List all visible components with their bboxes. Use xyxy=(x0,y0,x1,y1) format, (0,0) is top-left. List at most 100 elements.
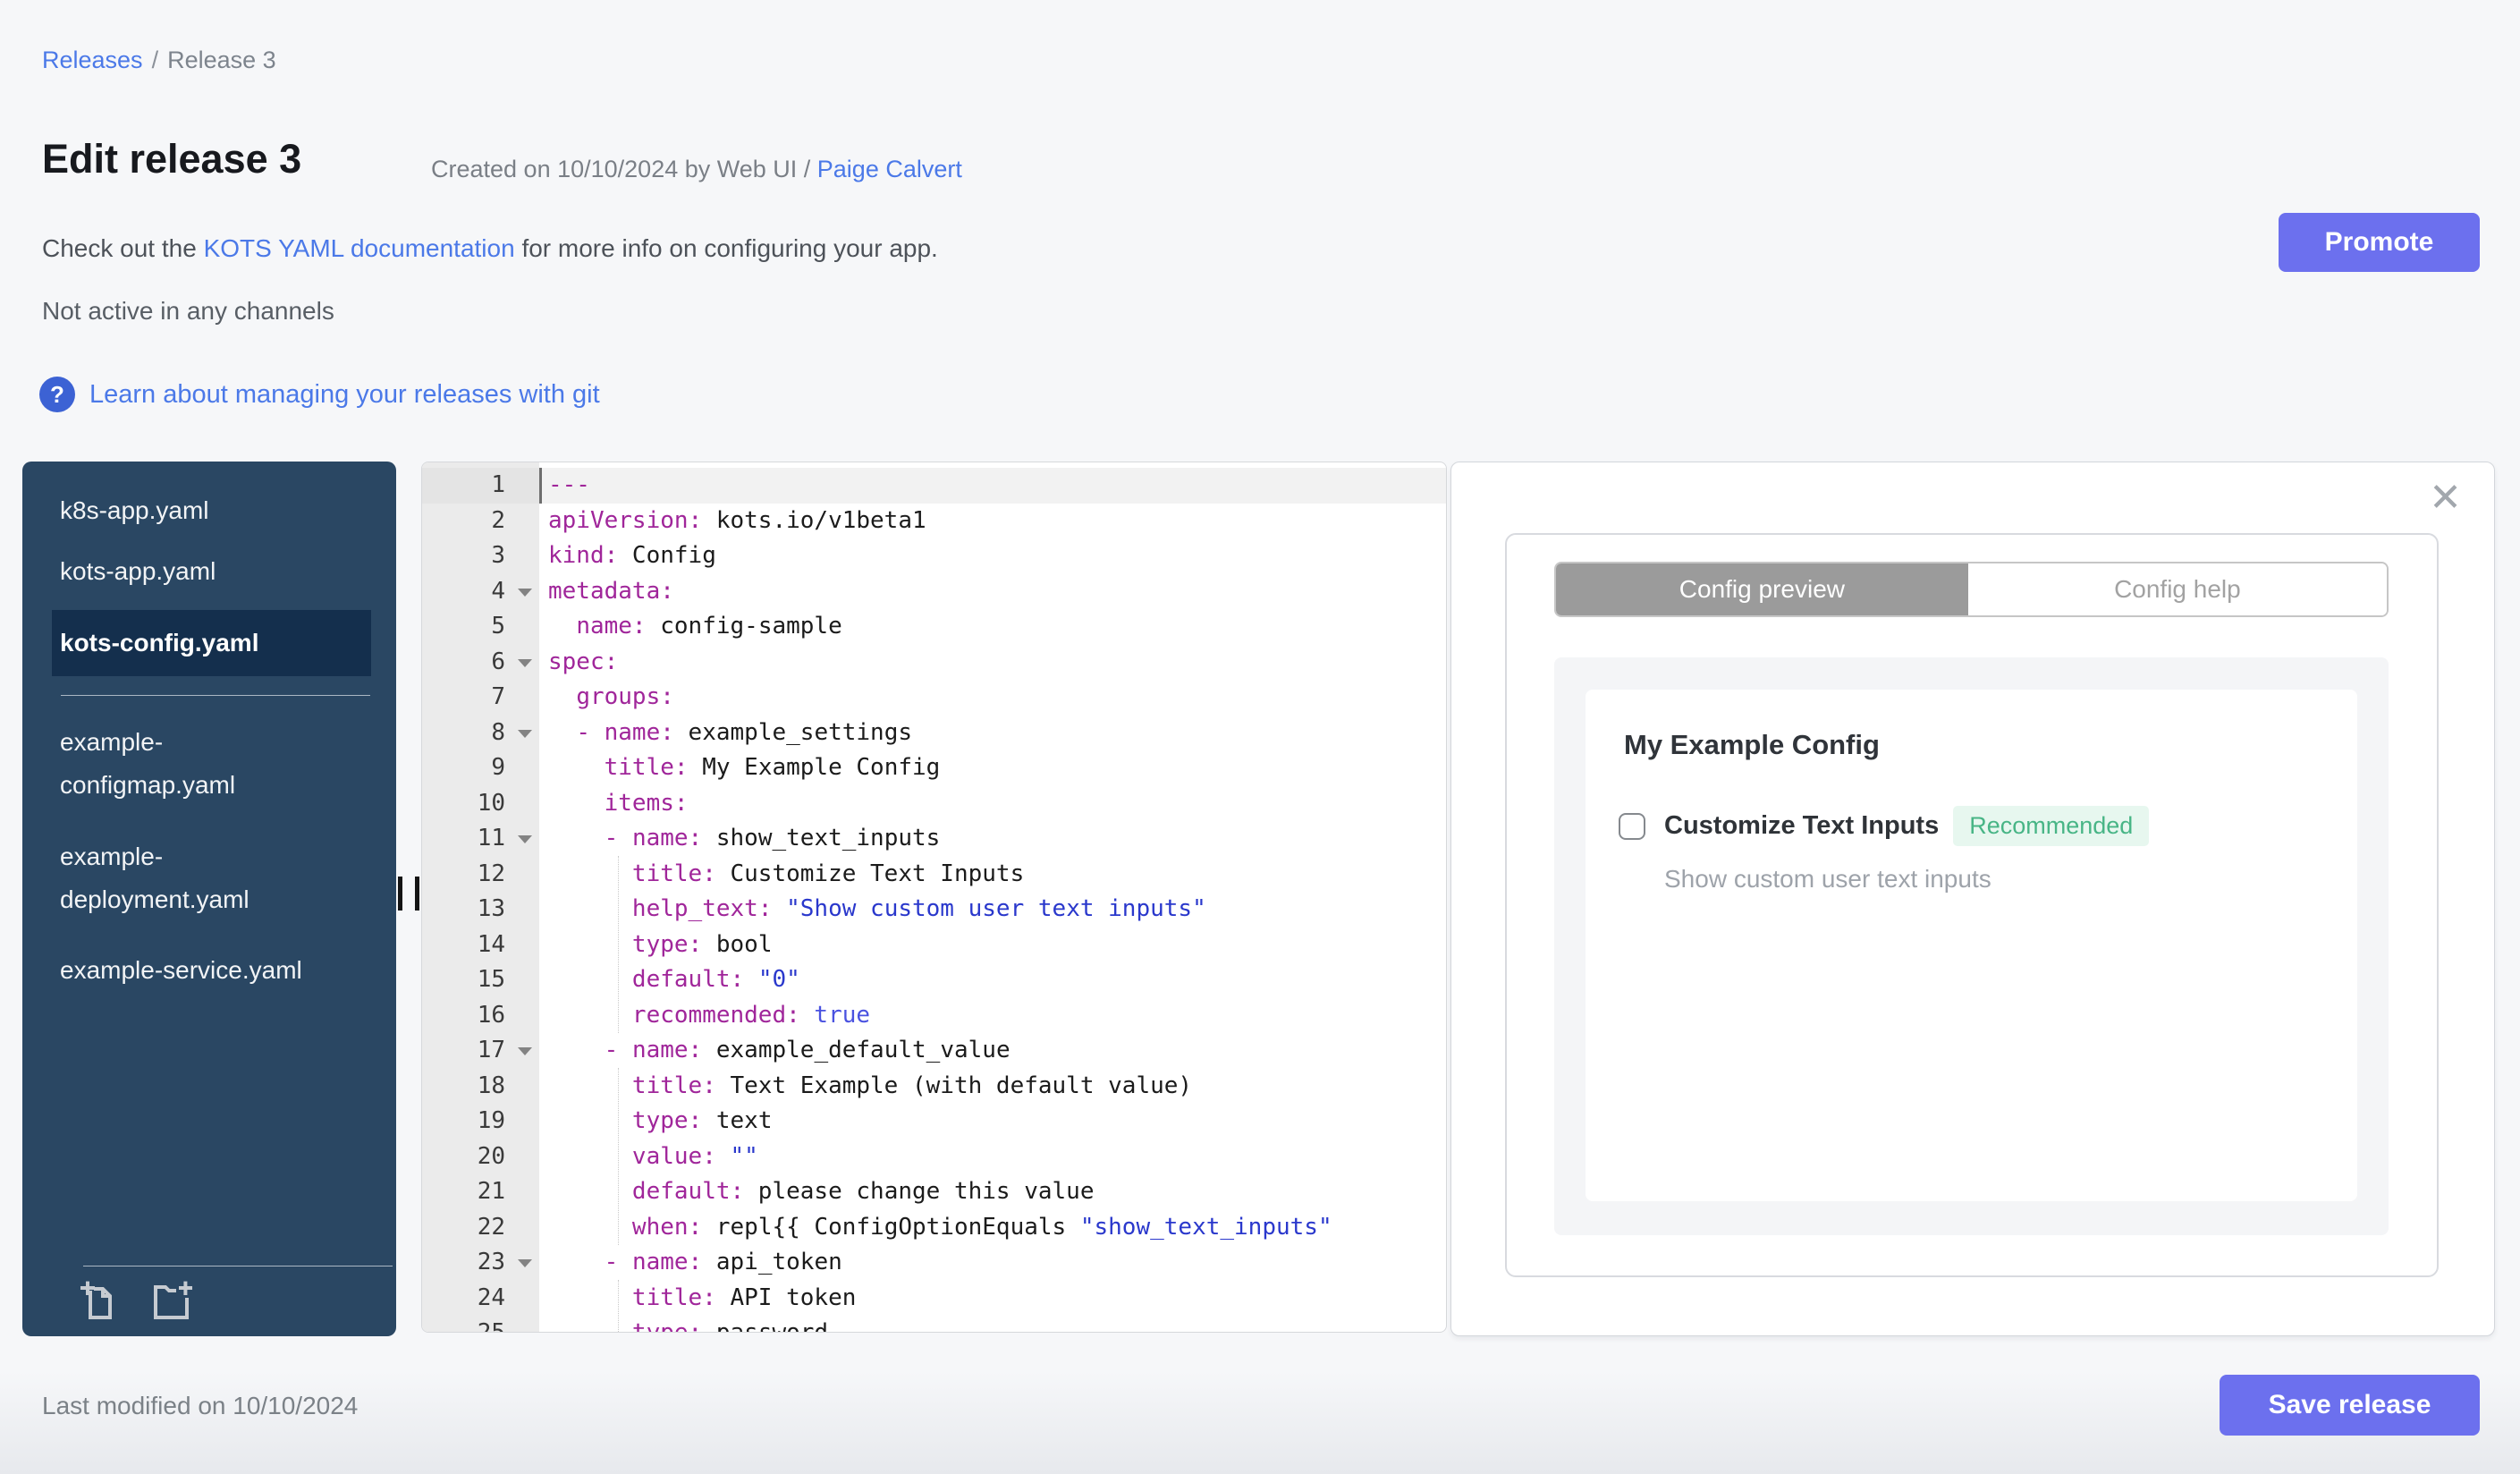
editor-line[interactable]: 15 default: "0" xyxy=(422,962,1446,998)
fold-arrow-icon[interactable] xyxy=(518,1047,532,1055)
file-name-text: kots-app.yaml xyxy=(60,557,216,585)
breadcrumb-releases-link[interactable]: Releases xyxy=(42,47,143,73)
fold-arrow-icon[interactable] xyxy=(518,658,532,667)
code-token: config-sample xyxy=(646,613,842,640)
config-preview-card: Config preview Config help My Example Co… xyxy=(1505,533,2439,1277)
new-folder-icon[interactable] xyxy=(151,1280,194,1323)
line-number: 22 xyxy=(477,1213,505,1241)
editor-line[interactable]: 4 metadata: xyxy=(422,574,1446,610)
sidebar-editor-resize-handle[interactable] xyxy=(398,877,421,911)
editor-line[interactable]: 3 kind: Config xyxy=(422,538,1446,574)
editor-line[interactable]: 23 - name: api_token xyxy=(422,1245,1446,1281)
code-token: bool xyxy=(702,930,773,958)
config-item-label: Customize Text Inputs xyxy=(1664,811,1940,840)
code-token: repl{{ ConfigOptionEquals xyxy=(702,1213,1080,1241)
breadcrumb-separator: / xyxy=(151,47,159,73)
editor-line[interactable]: 22 when: repl{{ ConfigOptionEquals "show… xyxy=(422,1210,1446,1246)
code-token: - xyxy=(604,1037,632,1063)
editor-line[interactable]: 21 default: please change this value xyxy=(422,1174,1446,1210)
code-token: type: xyxy=(631,1319,703,1333)
file-name-text: example-service.yaml xyxy=(60,956,302,984)
editor-line[interactable]: 12 title: Customize Text Inputs xyxy=(422,857,1446,893)
editor-line[interactable]: 6 spec: xyxy=(422,645,1446,681)
fold-arrow-icon[interactable] xyxy=(518,1259,532,1267)
code-text: - name: example_settings xyxy=(539,716,912,751)
code-token: --- xyxy=(548,471,590,498)
code-text: recommended: true xyxy=(539,998,870,1034)
editor-line[interactable]: 16 recommended: true xyxy=(422,998,1446,1034)
sidebar-file-item[interactable]: example-deployment.yaml xyxy=(52,835,371,921)
editor-line[interactable]: 24 title: API token xyxy=(422,1281,1446,1317)
editor-line[interactable]: 9 title: My Example Config xyxy=(422,750,1446,786)
editor-line[interactable]: 8 - name: example_settings xyxy=(422,716,1446,751)
line-number: 5 xyxy=(491,613,505,640)
code-text: title: Text Example (with default value) xyxy=(539,1069,1192,1105)
save-release-button[interactable]: Save release xyxy=(2220,1375,2480,1436)
fold-arrow-icon[interactable] xyxy=(518,729,532,738)
code-text: kind: Config xyxy=(539,538,716,574)
sidebar-file-item[interactable]: example-service.yaml xyxy=(52,950,371,991)
code-token: title: xyxy=(604,754,689,781)
code-token: Customize Text Inputs xyxy=(715,860,1025,887)
sidebar-file-item[interactable]: kots-config.yaml xyxy=(52,610,371,676)
promote-button[interactable]: Promote xyxy=(2279,213,2480,272)
sidebar-file-item[interactable]: example-configmap.yaml xyxy=(52,721,371,807)
editor-line[interactable]: 18 title: Text Example (with default val… xyxy=(422,1069,1446,1105)
code-token: value: xyxy=(631,1142,716,1170)
editor-line[interactable]: 10 items: xyxy=(422,786,1446,822)
editor-line[interactable]: 20 value: "" xyxy=(422,1139,1446,1175)
customize-text-inputs-checkbox[interactable] xyxy=(1619,812,1645,840)
fold-arrow-icon[interactable] xyxy=(518,835,532,843)
author-link[interactable]: Paige Calvert xyxy=(817,156,962,182)
line-number: 6 xyxy=(422,645,539,681)
file-name-text: kots-config.yaml xyxy=(60,629,259,657)
new-file-icon[interactable] xyxy=(78,1280,121,1323)
editor-line[interactable]: 19 type: text xyxy=(422,1104,1446,1139)
question-mark-icon: ? xyxy=(39,377,75,412)
yaml-code-editor[interactable]: 1 --- 2 apiVersion: kots.io/v1beta1 3 kind: C… xyxy=(421,462,1447,1333)
editor-line[interactable]: 25 type: password xyxy=(422,1316,1446,1333)
sidebar-file-item[interactable]: k8s-app.yaml xyxy=(52,490,371,531)
line-number: 10 xyxy=(477,789,505,817)
editor-line[interactable]: 2 apiVersion: kots.io/v1beta1 xyxy=(422,504,1446,539)
editor-line[interactable]: 5 name: config-sample xyxy=(422,609,1446,645)
editor-line[interactable]: 17 - name: example_default_value xyxy=(422,1033,1446,1069)
editor-line[interactable]: 7 groups: xyxy=(422,680,1446,716)
indent-guide xyxy=(618,1068,619,1245)
kots-yaml-docs-link[interactable]: KOTS YAML documentation xyxy=(204,234,515,262)
code-text: title: API token xyxy=(539,1281,856,1317)
code-token: - xyxy=(604,1249,632,1275)
tab-config-preview[interactable]: Config preview xyxy=(1556,563,1968,615)
indent-guide xyxy=(618,1280,619,1332)
fold-arrow-icon[interactable] xyxy=(518,588,532,597)
code-token: name: xyxy=(631,825,703,851)
learn-git-link[interactable]: ? Learn about managing your releases wit… xyxy=(39,377,600,412)
code-text: title: My Example Config xyxy=(539,750,941,786)
file-tree-sidebar: k8s-app.yaml kots-app.yaml kots-config.yam… xyxy=(22,462,396,1336)
editor-line[interactable]: 13 help_text: "Show custom user text inp… xyxy=(422,892,1446,928)
code-text: type: password xyxy=(539,1316,828,1333)
editor-line[interactable]: 1 --- xyxy=(422,468,1446,504)
code-token: - xyxy=(576,718,605,746)
created-meta: Created on 10/10/2024 by Web UI / Paige … xyxy=(431,156,962,183)
editor-line[interactable]: 11 - name: show_text_inputs xyxy=(422,821,1446,857)
config-item-help-text: Show custom user text inputs xyxy=(1664,865,1991,893)
code-token: name: xyxy=(631,1037,703,1063)
close-icon[interactable]: ✕ xyxy=(2429,479,2462,518)
code-text: type: bool xyxy=(539,928,773,963)
file-name-text: example- xyxy=(60,843,164,870)
code-token: api_token xyxy=(702,1249,842,1275)
line-number: 3 xyxy=(491,542,505,569)
tab-config-help[interactable]: Config help xyxy=(1967,563,2387,615)
sidebar-file-item[interactable]: kots-app.yaml xyxy=(52,551,371,592)
editor-line[interactable]: 14 type: bool xyxy=(422,928,1446,963)
code-text: spec: xyxy=(539,645,618,681)
recommended-badge: Recommended xyxy=(1953,806,2150,846)
